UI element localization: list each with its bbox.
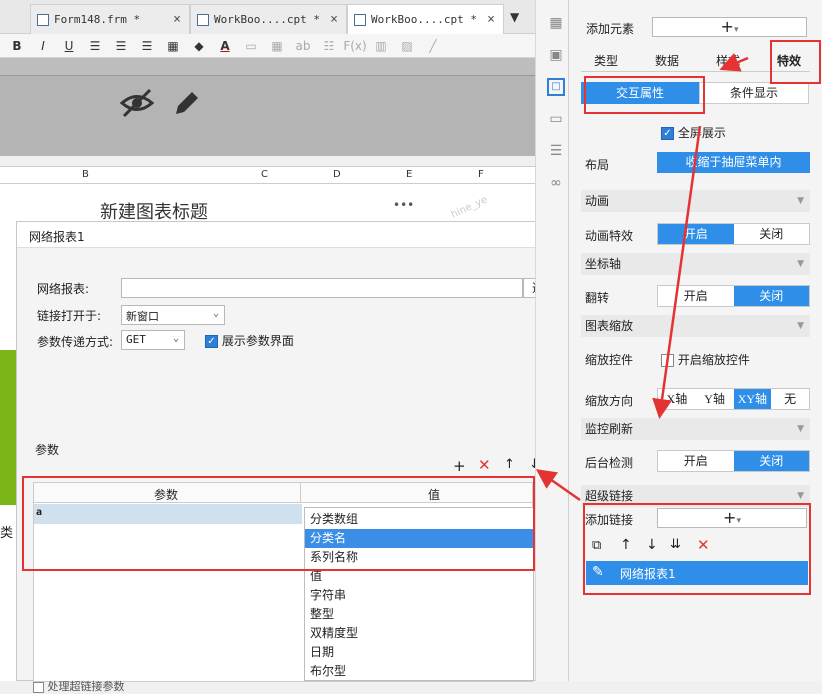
annotation-arrows (535, 53, 749, 502)
hint-checkbox[interactable] (33, 681, 44, 693)
